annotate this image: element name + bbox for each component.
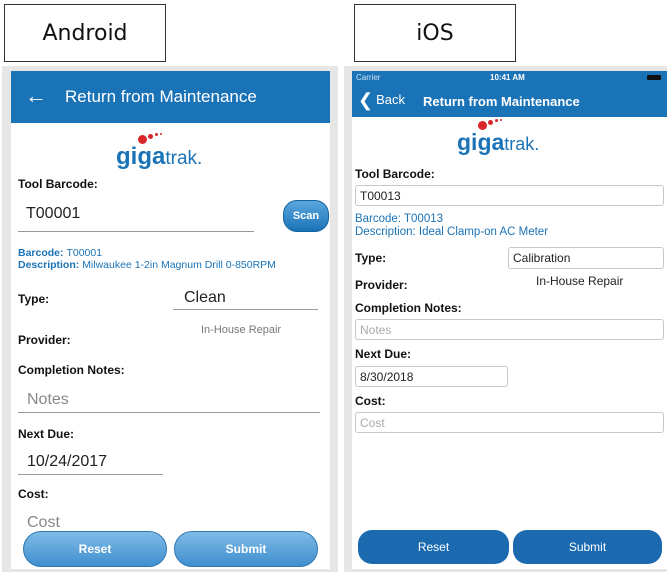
completion-notes-label: Completion Notes:	[355, 301, 462, 315]
scan-button[interactable]: Scan	[283, 200, 329, 232]
type-select[interactable]: Clean	[184, 289, 226, 307]
next-due-underline	[18, 474, 163, 475]
next-due-label: Next Due:	[355, 347, 412, 361]
back-label: Back	[376, 92, 405, 107]
completion-notes-label: Completion Notes:	[18, 363, 125, 377]
type-select[interactable]: Calibration	[508, 247, 664, 269]
next-due-input[interactable]: 10/24/2017	[27, 453, 107, 471]
battery-icon	[647, 75, 661, 80]
type-label: Type:	[355, 251, 387, 265]
android-page-title: Return from Maintenance	[65, 87, 257, 106]
provider-value: In-House Repair	[536, 274, 624, 288]
chevron-left-icon: ❮	[358, 89, 374, 110]
back-button[interactable]: ❮ Back	[358, 89, 405, 110]
cost-input[interactable]: Cost	[355, 412, 664, 433]
cost-input[interactable]: Cost	[27, 514, 60, 532]
ios-page-title: Return from Maintenance	[423, 94, 580, 109]
provider-label: Provider:	[355, 278, 408, 292]
ios-status-bar: Carrier 10:41 AM	[352, 71, 667, 84]
ios-screen: Carrier 10:41 AM ❮ Back Return from Main…	[352, 71, 667, 569]
notes-underline	[18, 412, 320, 413]
notes-input[interactable]: Notes	[27, 391, 69, 409]
next-due-label: Next Due:	[18, 427, 75, 441]
tool-barcode-input[interactable]: T00013	[355, 185, 664, 206]
submit-button[interactable]: Submit	[174, 531, 318, 567]
provider-value: In-House Repair	[201, 324, 282, 336]
tool-barcode-input[interactable]: T00001	[26, 205, 80, 223]
barcode-value: T00001	[66, 247, 103, 259]
type-underline	[173, 309, 318, 310]
description-key: Description:	[18, 259, 80, 271]
tool-barcode-label: Tool Barcode:	[355, 167, 435, 181]
reset-button[interactable]: Reset	[358, 530, 509, 564]
cost-label: Cost:	[18, 487, 49, 501]
barcode-info: Barcode: T00001	[18, 247, 102, 259]
tool-barcode-underline	[18, 231, 254, 232]
android-app-bar: ← Return from Maintenance	[11, 71, 330, 123]
type-label: Type:	[18, 292, 50, 306]
gigatrak-logo: giga trak.	[116, 133, 203, 171]
ios-platform-label: iOS	[354, 4, 516, 62]
logo-text-light: trak.	[165, 148, 203, 169]
reset-button[interactable]: Reset	[23, 531, 167, 567]
arrow-left-icon[interactable]: ←	[25, 83, 47, 109]
provider-label: Provider:	[18, 333, 71, 347]
logo-text-light: trak.	[504, 134, 540, 154]
ios-nav-bar: ❮ Back Return from Maintenance	[352, 84, 667, 117]
description-value: Milwaukee 1-2in Magnum Drill 0-850RPM	[82, 259, 276, 271]
logo-text-bold: giga	[457, 129, 505, 155]
barcode-key: Barcode:	[18, 247, 64, 259]
submit-button[interactable]: Submit	[513, 530, 662, 564]
logo-text-bold: giga	[116, 143, 166, 170]
android-platform-label: Android	[4, 4, 166, 62]
barcode-info: Barcode: T00013	[355, 213, 444, 225]
next-due-input[interactable]: 8/30/2018	[355, 366, 508, 387]
cost-label: Cost:	[355, 394, 386, 408]
gigatrak-logo: giga trak.	[457, 119, 540, 156]
tool-barcode-label: Tool Barcode:	[18, 177, 98, 191]
status-time: 10:41 AM	[490, 73, 525, 82]
description-info: Description: Ideal Clamp-on AC Meter	[355, 226, 549, 238]
carrier-label: Carrier	[356, 73, 381, 82]
android-screen: ← Return from Maintenance giga trak. Too…	[11, 71, 330, 569]
description-info: Description: Milwaukee 1-2in Magnum Dril…	[18, 259, 276, 271]
notes-input[interactable]: Notes	[355, 319, 664, 340]
comparison-stage: Android iOS ← Return from Maintenance gi…	[0, 0, 667, 572]
